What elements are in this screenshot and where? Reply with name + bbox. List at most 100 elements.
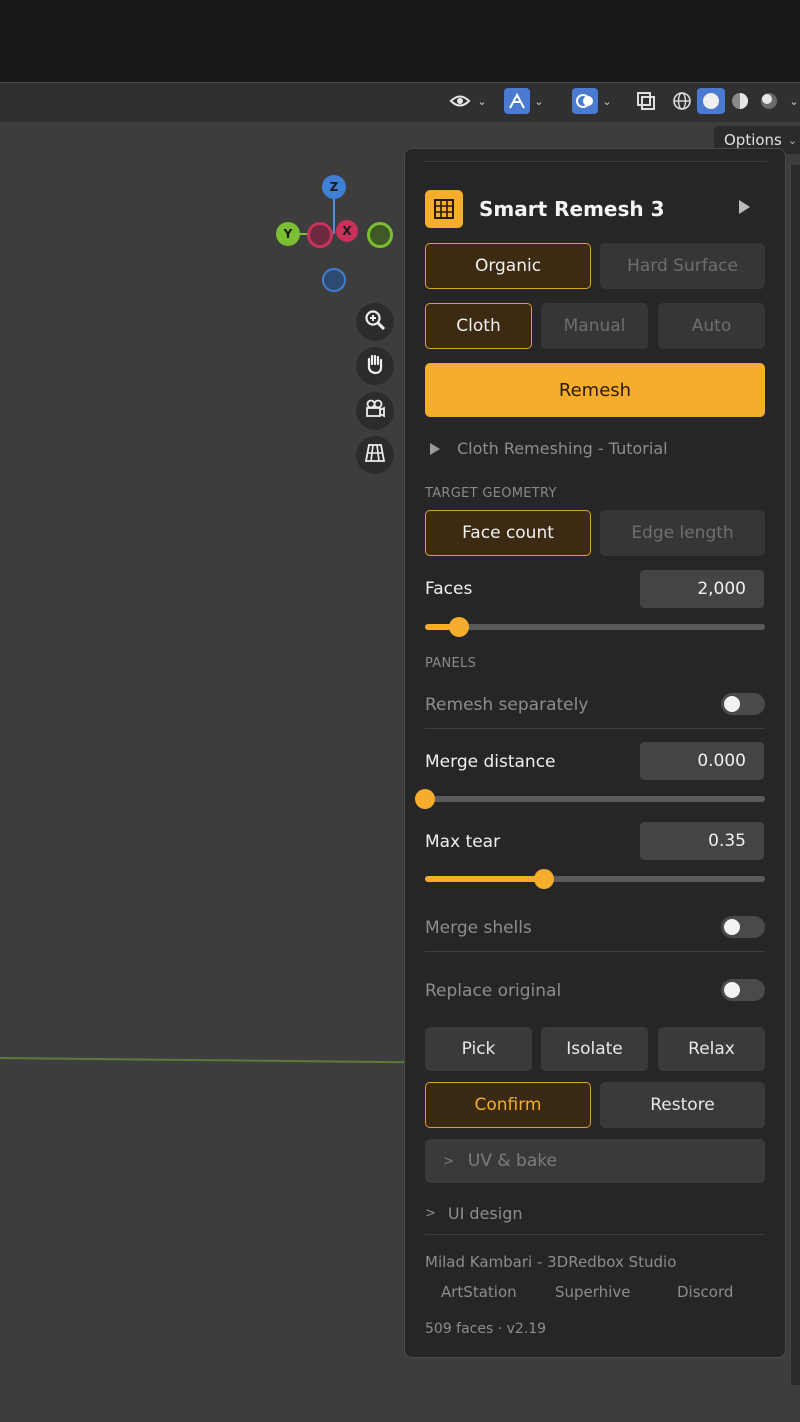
restore-button[interactable]: Restore — [600, 1082, 765, 1128]
max-tear-slider-fill — [425, 876, 544, 882]
rendered-shading-icon — [756, 88, 782, 114]
gizmo-x-axis[interactable]: X — [336, 220, 358, 242]
xray-toggle[interactable] — [632, 88, 660, 114]
wireframe-shading-icon — [669, 88, 695, 114]
camera-view-button[interactable] — [356, 392, 394, 430]
artstation-link[interactable]: ArtStation — [441, 1283, 517, 1301]
toggle-knob — [724, 982, 740, 998]
chevron-right-icon: > — [425, 1206, 436, 1221]
gizmo-toggle-icon — [504, 88, 531, 114]
material-shading-icon — [727, 88, 753, 114]
gizmo-z-label: Z — [329, 180, 339, 194]
target-edge-length-tab[interactable]: Edge length — [600, 510, 765, 556]
gizmo-y-axis[interactable]: Y — [276, 222, 300, 246]
ui-design-label: UI design — [447, 1204, 523, 1223]
replace-original-label: Replace original — [425, 981, 562, 1001]
chevron-down-icon: ⌄ — [787, 133, 798, 147]
submode-cloth-tab[interactable]: Cloth — [425, 303, 532, 349]
top-bar — [0, 0, 800, 82]
panel-title: Smart Remesh 3 — [479, 197, 665, 221]
solid-shading-button[interactable] — [697, 88, 725, 114]
superhive-link[interactable]: Superhive — [555, 1283, 630, 1301]
mode-hard-surface-tab[interactable]: Hard Surface — [600, 243, 765, 289]
divider — [425, 951, 765, 952]
tutorial-label: Cloth Remeshing - Tutorial — [457, 439, 668, 458]
merge-shells-toggle[interactable] — [721, 916, 765, 938]
remesh-separately-label: Remesh separately — [425, 695, 589, 715]
pan-hand-icon — [364, 353, 386, 379]
gizmo-x-label: X — [342, 224, 352, 238]
target-face-count-tab[interactable]: Face count — [425, 510, 591, 556]
gizmo-neg-z-axis[interactable] — [322, 268, 346, 292]
faces-label: Faces — [425, 579, 473, 599]
credits-text: Milad Kambari - 3DRedbox Studio — [425, 1253, 677, 1271]
gizmo-neg-x-axis[interactable] — [307, 222, 333, 248]
panel-top-divider — [423, 161, 767, 162]
merge-distance-slider-knob[interactable] — [415, 789, 435, 809]
panel-expand-arrow[interactable] — [737, 199, 751, 219]
merge-distance-label: Merge distance — [425, 752, 556, 772]
ui-design-expander[interactable]: > UI design — [425, 1204, 523, 1223]
confirm-button[interactable]: Confirm — [425, 1082, 591, 1128]
sidebar-tabs-strip[interactable] — [790, 165, 800, 1385]
relax-button[interactable]: Relax — [658, 1027, 765, 1071]
target-geometry-heading: TARGET GEOMETRY — [425, 486, 557, 501]
rendered-shading-button[interactable] — [755, 88, 783, 114]
remesh-button[interactable]: Remesh — [425, 363, 765, 417]
status-text: 509 faces · v2.19 — [425, 1321, 547, 1337]
faces-slider-knob[interactable] — [449, 617, 469, 637]
uv-bake-label: UV & bake — [467, 1151, 557, 1171]
pan-button[interactable] — [356, 347, 394, 385]
gizmo-y-label: Y — [283, 227, 293, 241]
submode-manual-tab[interactable]: Manual — [541, 303, 648, 349]
material-shading-button[interactable] — [726, 88, 754, 114]
visibility-icon — [447, 88, 473, 114]
merge-shells-label: Merge shells — [425, 918, 532, 938]
max-tear-label: Max tear — [425, 832, 501, 852]
overlay-icon — [572, 88, 599, 114]
gizmo-z-axis[interactable]: Z — [322, 175, 346, 199]
visibility-dropdown[interactable]: ⌄ — [444, 88, 490, 114]
toggle-knob — [724, 696, 740, 712]
chevron-down-icon: ⌄ — [789, 94, 799, 108]
chevron-down-icon: ⌄ — [534, 94, 544, 108]
merge-distance-slider-track[interactable] — [425, 796, 765, 802]
overlay-dropdown[interactable]: ⌄ — [565, 88, 619, 114]
xray-icon — [633, 88, 659, 114]
panels-heading: PANELS — [425, 656, 477, 671]
options-label: Options — [724, 131, 782, 149]
pick-button[interactable]: Pick — [425, 1027, 532, 1071]
addon-logo-icon — [425, 190, 463, 228]
max-tear-slider-knob[interactable] — [534, 869, 554, 889]
uv-bake-expander[interactable]: > UV & bake — [425, 1139, 765, 1183]
gizmo-neg-y-axis[interactable] — [367, 222, 393, 248]
perspective-toggle-button[interactable] — [356, 436, 394, 474]
divider — [425, 728, 765, 729]
toggle-knob — [724, 919, 740, 935]
discord-link[interactable]: Discord — [677, 1283, 733, 1301]
smart-remesh-panel: Smart Remesh 3 Organic Hard Surface Clot… — [404, 148, 786, 1358]
merge-distance-field[interactable]: 0.000 — [640, 742, 764, 780]
gizmo-dropdown[interactable]: ⌄ — [497, 88, 551, 114]
zoom-button[interactable] — [356, 303, 394, 341]
shading-dropdown[interactable]: ⌄ — [784, 88, 800, 114]
divider — [425, 1234, 765, 1235]
chevron-right-icon: > — [443, 1153, 454, 1169]
submode-auto-tab[interactable]: Auto — [658, 303, 765, 349]
chevron-down-icon: ⌄ — [477, 94, 487, 108]
mode-organic-tab[interactable]: Organic — [425, 243, 591, 289]
replace-original-toggle[interactable] — [721, 979, 765, 1001]
max-tear-field[interactable]: 0.35 — [640, 822, 764, 860]
solid-shading-icon — [698, 88, 724, 114]
chevron-down-icon: ⌄ — [602, 94, 612, 108]
wireframe-shading-button[interactable] — [668, 88, 696, 114]
triangle-right-icon — [430, 442, 440, 455]
isolate-button[interactable]: Isolate — [541, 1027, 648, 1071]
zoom-icon — [364, 309, 386, 335]
tutorial-expander[interactable]: Cloth Remeshing - Tutorial — [429, 439, 668, 458]
perspective-grid-icon — [364, 442, 386, 468]
faces-field[interactable]: 2,000 — [640, 570, 764, 608]
camera-icon — [364, 398, 386, 424]
remesh-separately-toggle[interactable] — [721, 693, 765, 715]
faces-slider-track[interactable] — [425, 624, 765, 630]
